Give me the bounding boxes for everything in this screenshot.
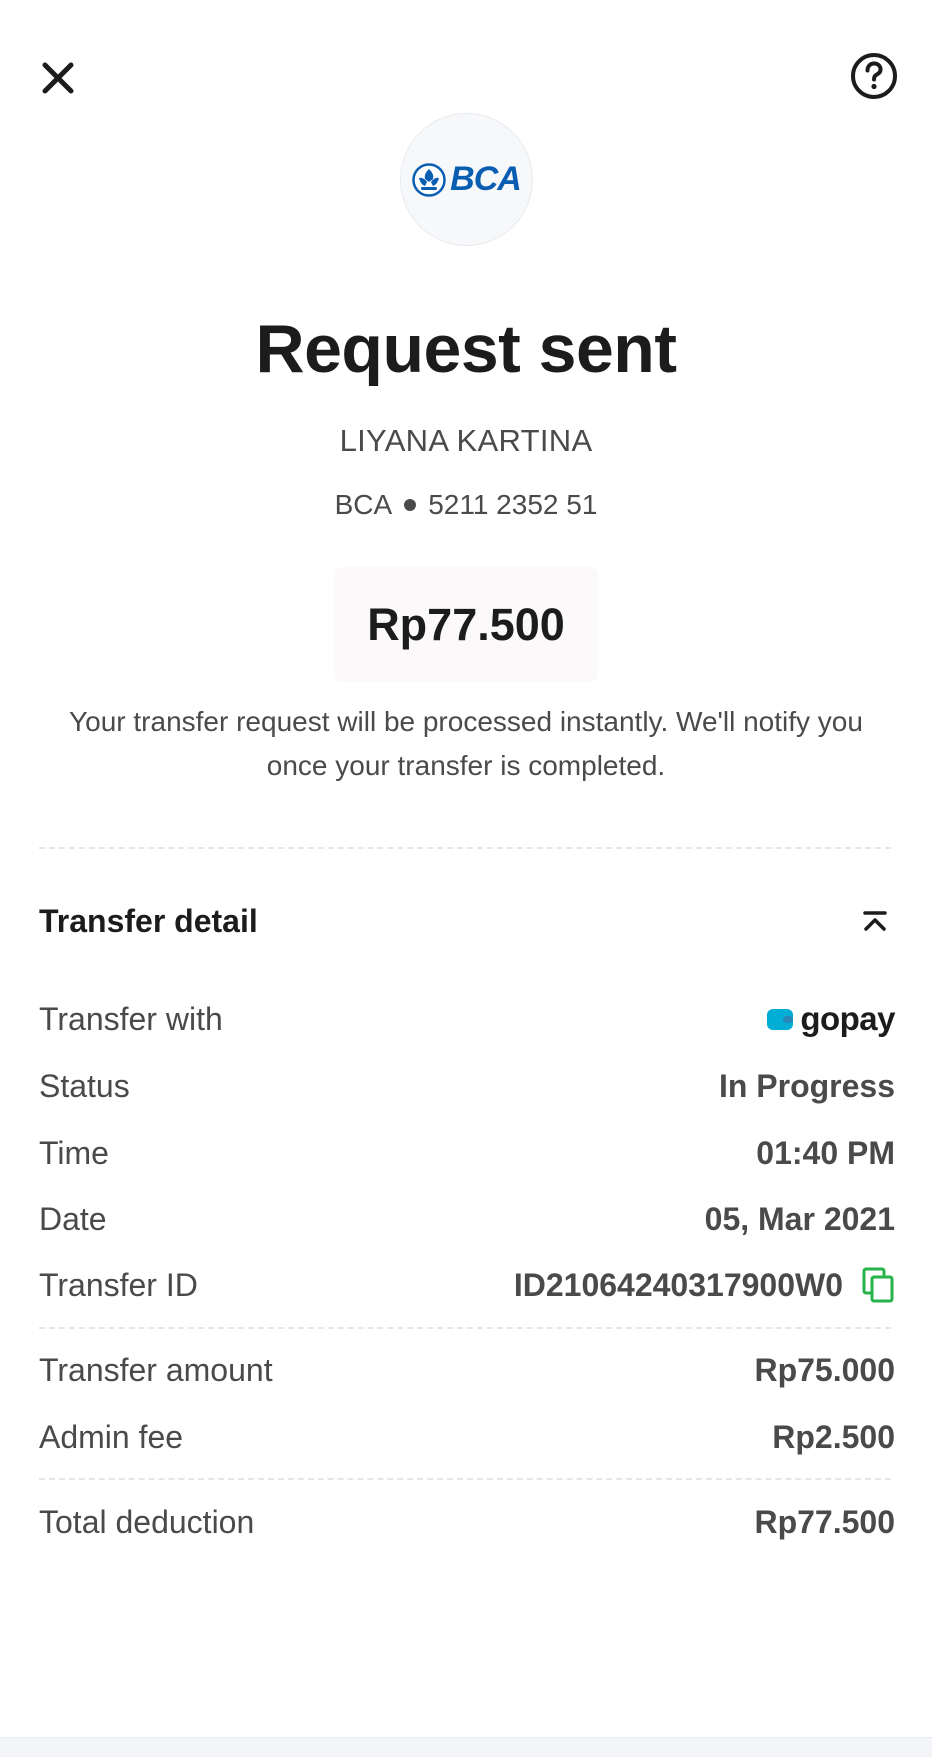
dashed-divider (39, 1478, 891, 1480)
page-title: Request sent (255, 311, 678, 387)
collapse-up-icon (863, 911, 887, 931)
help-icon (851, 53, 897, 99)
transfer-id-value: ID21064240317900W0 (513, 1266, 843, 1303)
bca-emblem-icon (412, 162, 446, 197)
row-label: Transfer ID (39, 1266, 198, 1303)
status-value: In Progress (718, 1067, 895, 1104)
row-label: Transfer amount (39, 1351, 273, 1388)
detail-row-total-deduction: Total deduction Rp77.500 (39, 1497, 895, 1547)
date-value: 05, Mar 2021 (704, 1200, 895, 1237)
wallet-icon (767, 1009, 794, 1030)
transfer-amount-display: Rp77.500 (334, 567, 598, 682)
transfer-detail-header[interactable]: Transfer detail (39, 896, 895, 946)
transfer-status-page: BCA Request sent LIYANA KARTINA BCA 5211… (0, 0, 932, 1757)
detail-row-transfer-amount: Transfer amount Rp75.000 (39, 1345, 895, 1395)
bottom-sheet-edge (0, 1737, 932, 1757)
close-icon (42, 62, 74, 94)
row-label: Date (39, 1200, 107, 1237)
row-label: Admin fee (39, 1418, 184, 1455)
recipient-name: LIYANA KARTINA (339, 423, 593, 458)
row-label: Transfer with (39, 1000, 223, 1037)
dashed-divider (39, 1327, 891, 1329)
dashed-divider (39, 847, 891, 849)
detail-row-status: Status In Progress (39, 1061, 895, 1111)
gopay-text: gopay (800, 1000, 895, 1037)
detail-row-transfer-with: Transfer with gopay (39, 994, 895, 1044)
section-title: Transfer detail (39, 902, 258, 939)
detail-row-transfer-id: Transfer ID ID21064240317900W0 (39, 1260, 895, 1310)
copy-icon[interactable] (861, 1266, 895, 1304)
bank-logo-text: BCA (450, 160, 522, 198)
recipient-bank: BCA (334, 489, 393, 520)
processing-note: Your transfer request will be processed … (69, 706, 863, 781)
collapse-button[interactable] (855, 901, 895, 941)
admin-fee-value: Rp2.500 (772, 1418, 895, 1455)
account-number: 5211 2352 51 (428, 489, 598, 520)
gopay-logo: gopay (766, 1000, 895, 1038)
close-button[interactable] (36, 56, 80, 100)
detail-row-date: Date 05, Mar 2021 (39, 1194, 895, 1244)
detail-row-admin-fee: Admin fee Rp2.500 (39, 1412, 895, 1462)
row-label: Time (39, 1134, 109, 1171)
separator-dot (404, 499, 417, 511)
recipient-account: BCA 5211 2352 51 (0, 489, 932, 521)
total-deduction-value: Rp77.500 (754, 1503, 895, 1540)
row-label: Total deduction (39, 1503, 255, 1540)
time-value: 01:40 PM (756, 1134, 895, 1171)
help-button[interactable] (850, 52, 898, 100)
row-label: Status (39, 1067, 130, 1104)
detail-row-time: Time 01:40 PM (39, 1128, 895, 1178)
bank-logo: BCA (400, 113, 533, 246)
transfer-amount-value: Rp75.000 (754, 1351, 895, 1388)
